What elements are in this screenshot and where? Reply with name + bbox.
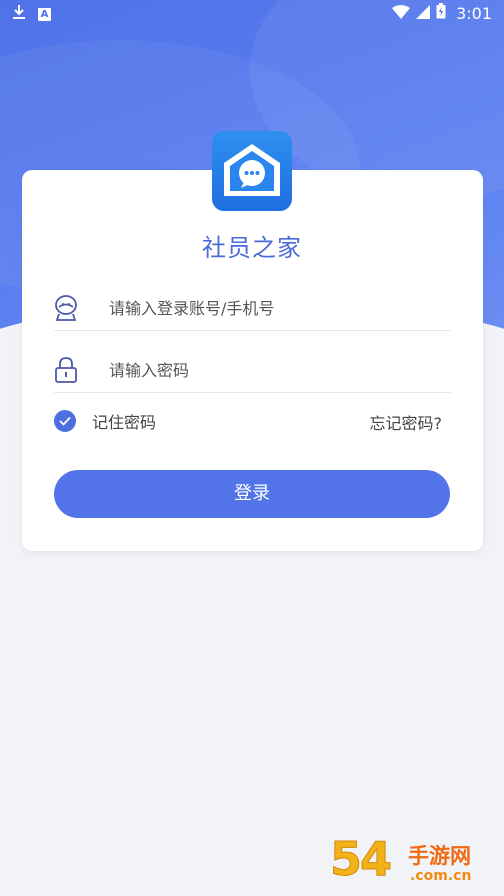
watermark-logo: 54 手游网 .com.cn <box>329 832 498 892</box>
a-notification-icon: A <box>38 7 51 21</box>
signal-icon <box>416 4 431 23</box>
wifi-icon <box>392 4 411 23</box>
app-title: 社员之家 <box>202 234 302 262</box>
status-time: 3:01 <box>456 3 492 23</box>
download-icon <box>12 4 26 24</box>
watermark-number: 54 <box>329 832 392 887</box>
forgot-password-link[interactable]: 忘记密码? <box>370 410 443 434</box>
watermark-text: 手游网 <box>408 844 471 868</box>
remember-password-label: 记住密码 <box>92 413 157 432</box>
login-button[interactable]: 登录 <box>54 470 450 518</box>
remember-password-toggle[interactable]: 记住密码 <box>54 409 156 433</box>
watermark-domain: .com.cn <box>410 868 472 884</box>
account-input[interactable] <box>109 294 439 322</box>
account-field <box>54 290 451 331</box>
password-input[interactable] <box>109 356 439 384</box>
checkmark-icon[interactable] <box>54 410 76 432</box>
user-icon <box>54 294 78 322</box>
house-chat-bubble-icon <box>212 131 292 211</box>
status-bar: A 3:01 <box>0 0 504 28</box>
password-field <box>54 352 451 393</box>
battery-icon <box>436 3 446 23</box>
lock-icon <box>54 356 78 384</box>
